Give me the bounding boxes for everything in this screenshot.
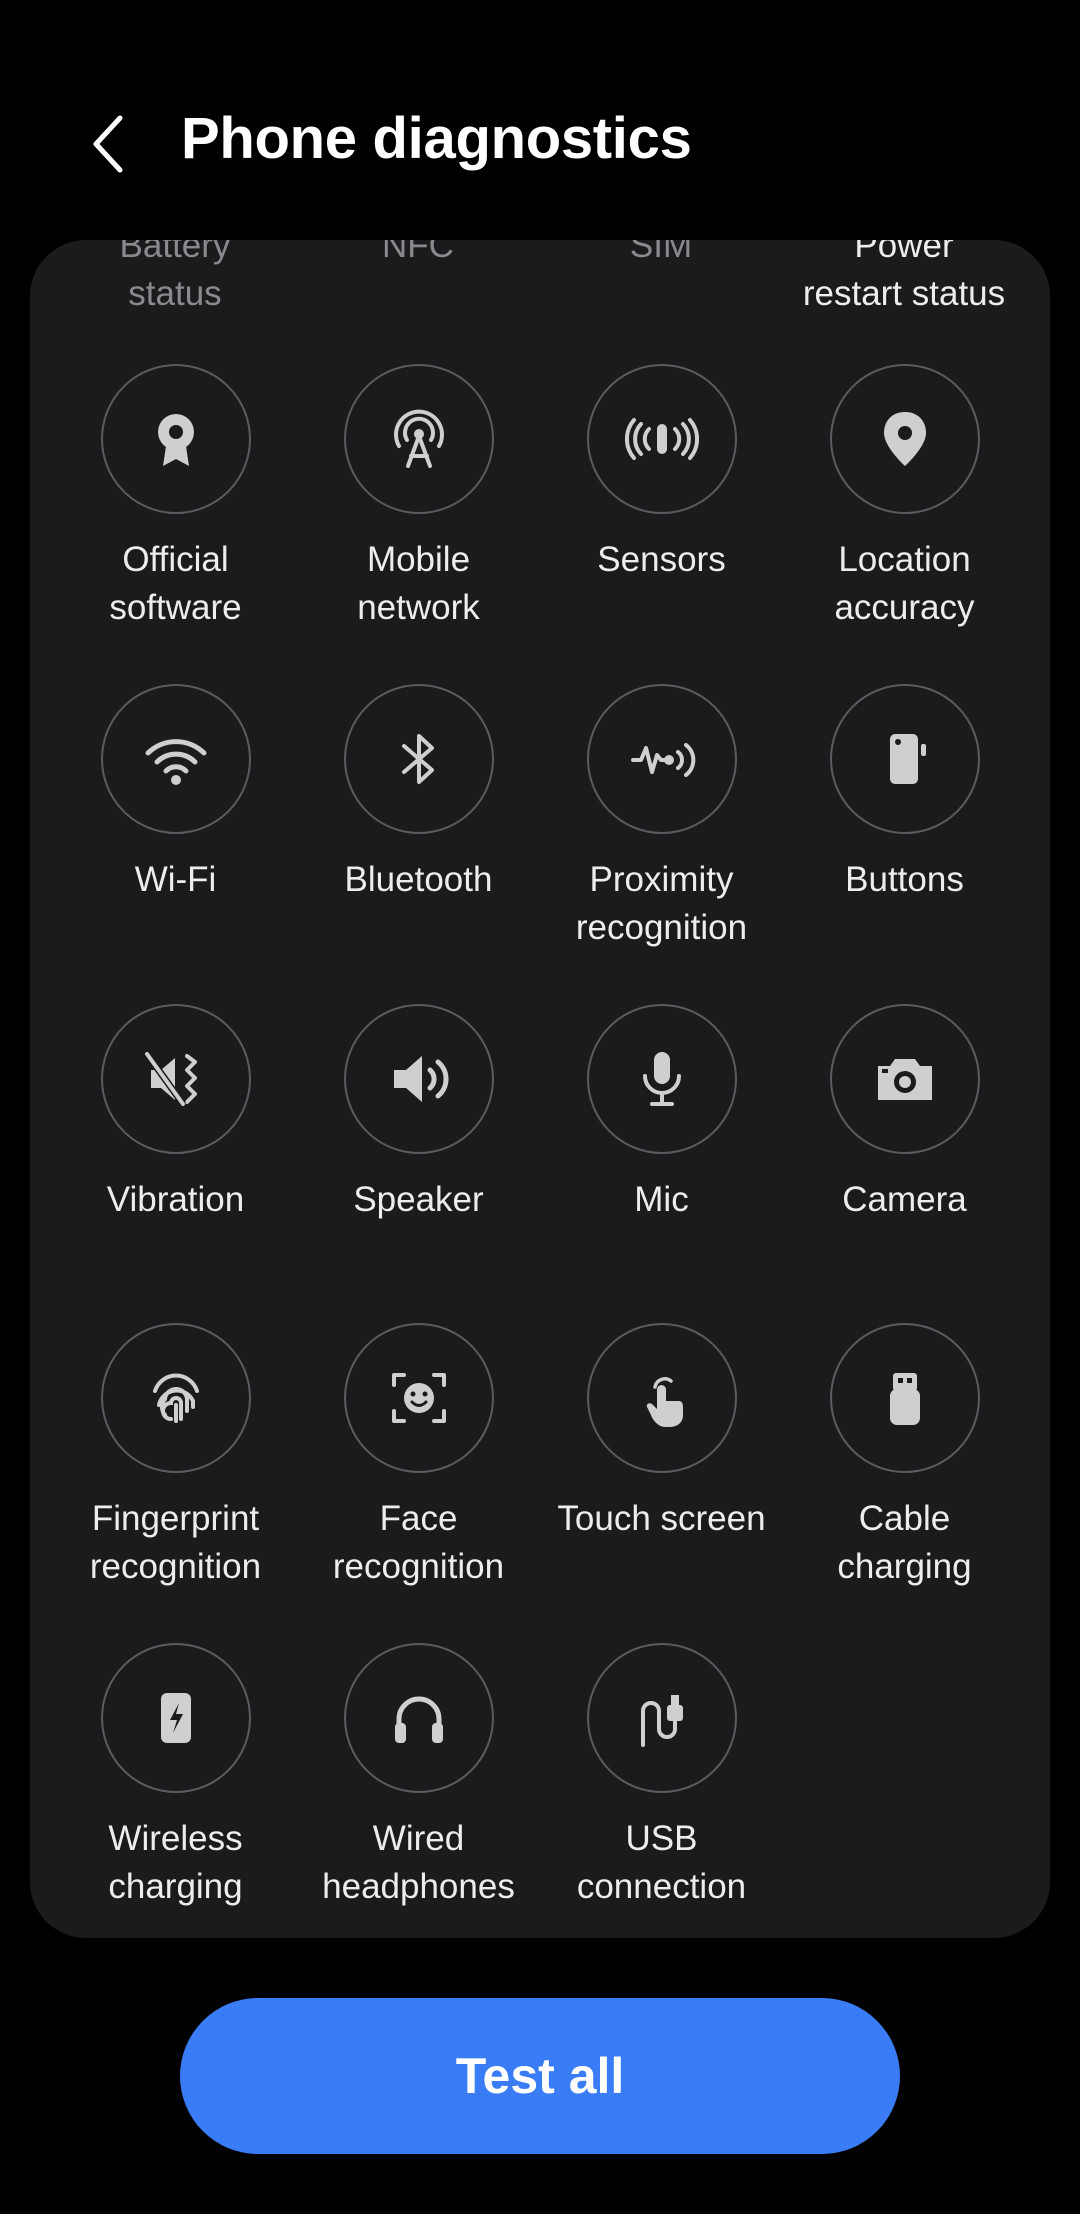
location-pin-icon [883,412,926,466]
usb-cable-icon [640,1695,683,1747]
test-icon-button[interactable] [586,684,737,834]
test-label: Proximity recognition [575,860,748,947]
camera-icon [877,1059,932,1100]
test-item-touch-screen[interactable]: Touch screen [540,1323,783,1623]
test-label: Official software [109,540,242,627]
tests-card: Battery status NFC SIM Power restart status O… [30,240,1050,1938]
badge-icon [157,414,194,466]
test-item-location-accuracy[interactable]: Location accuracy [783,364,1026,664]
phone-buttons-icon [889,734,926,784]
test-label: Buttons [845,860,964,899]
test-icon-button[interactable] [586,1323,737,1473]
test-label: Location accuracy [834,540,975,627]
test-item-fingerprint-recognition[interactable]: Fingerprint recognition [54,1323,297,1623]
test-icon-button[interactable] [343,364,494,514]
test-item-proximity-recognition[interactable]: Proximity recognition [540,684,783,984]
test-item-speaker[interactable]: Speaker [297,1004,540,1304]
test-item-wireless-charging[interactable]: Wireless charging [54,1643,297,1938]
test-icon-button[interactable] [586,1004,737,1154]
vibration-icon [143,1051,197,1107]
test-item-wired-headphones[interactable]: Wired headphones [297,1643,540,1938]
test-item-camera[interactable]: Camera [783,1004,1026,1304]
partial-test-label[interactable]: SIM [541,240,781,270]
test-icon-button[interactable] [586,1643,737,1793]
test-label: Speaker [353,1180,484,1219]
fingerprint-icon [152,1373,199,1423]
proximity-icon [630,743,695,777]
test-label: Mic [634,1180,689,1219]
test-item-usb-connection[interactable]: USB connection [540,1643,783,1938]
test-icon-button[interactable] [100,1004,251,1154]
app-bar: Phone diagnostics [0,0,1080,240]
test-item-face-recognition[interactable]: Face recognition [297,1323,540,1623]
test-label: USB connection [576,1819,747,1906]
test-item-bluetooth[interactable]: Bluetooth [297,684,540,984]
partial-test-label[interactable]: NFC [298,240,538,270]
test-all-button[interactable]: Test all [180,1998,900,2154]
test-icon-button[interactable] [343,1323,494,1473]
test-icon-button[interactable] [100,1643,251,1793]
test-label: Face recognition [332,1499,505,1586]
face-icon [391,1373,446,1423]
test-label: Camera [842,1180,967,1219]
touch-icon [646,1377,683,1427]
back-arrow-icon [93,115,123,173]
wifi-icon [145,739,206,785]
test-label: Fingerprint recognition [89,1499,262,1586]
page-title: Phone diagnostics [181,106,692,171]
test-icon-button[interactable] [829,364,980,514]
test-label: Wireless charging [108,1819,243,1906]
test-item-buttons[interactable]: Buttons [783,684,1026,984]
test-item-official-software[interactable]: Official software [54,364,297,664]
test-label: Wired headphones [322,1819,515,1906]
bluetooth-icon [401,734,434,784]
test-icon-button[interactable] [100,364,251,514]
test-icon-button[interactable] [100,684,251,834]
test-icon-button[interactable] [343,684,494,834]
wireless-charging-icon [160,1693,191,1743]
test-icon-button[interactable] [586,364,737,514]
test-label: Wi-Fi [134,860,217,899]
test-item-sensors[interactable]: Sensors [540,364,783,664]
sensor-waves-icon [624,418,699,460]
test-label: Bluetooth [344,860,493,899]
speaker-icon [393,1056,449,1102]
test-icon-button[interactable] [343,1004,494,1154]
partial-test-label[interactable]: Power restart status [784,240,1024,318]
partial-test-label[interactable]: Battery status [55,240,295,318]
headphones-icon [394,1696,443,1743]
test-icon-button[interactable] [829,1323,980,1473]
partial-test-row: Battery status NFC SIM Power restart status [30,240,1050,320]
test-icon-button[interactable] [343,1643,494,1793]
test-item-cable-charging[interactable]: Cable charging [783,1323,1026,1623]
test-label: Touch screen [557,1499,766,1538]
mic-icon [642,1052,681,1106]
test-label: Mobile network [357,540,480,627]
test-item-wi-fi[interactable]: Wi-Fi [54,684,297,984]
test-label: Cable charging [837,1499,972,1586]
cable-plug-icon [889,1373,920,1425]
test-label: Vibration [106,1180,245,1219]
test-icon-button[interactable] [829,684,980,834]
test-item-vibration[interactable]: Vibration [54,1004,297,1304]
back-button[interactable] [78,108,148,178]
antenna-icon [393,409,444,468]
test-item-mobile-network[interactable]: Mobile network [297,364,540,664]
test-icon-button[interactable] [100,1323,251,1473]
test-icon-button[interactable] [829,1004,980,1154]
test-item-mic[interactable]: Mic [540,1004,783,1304]
test-label: Sensors [597,540,726,579]
